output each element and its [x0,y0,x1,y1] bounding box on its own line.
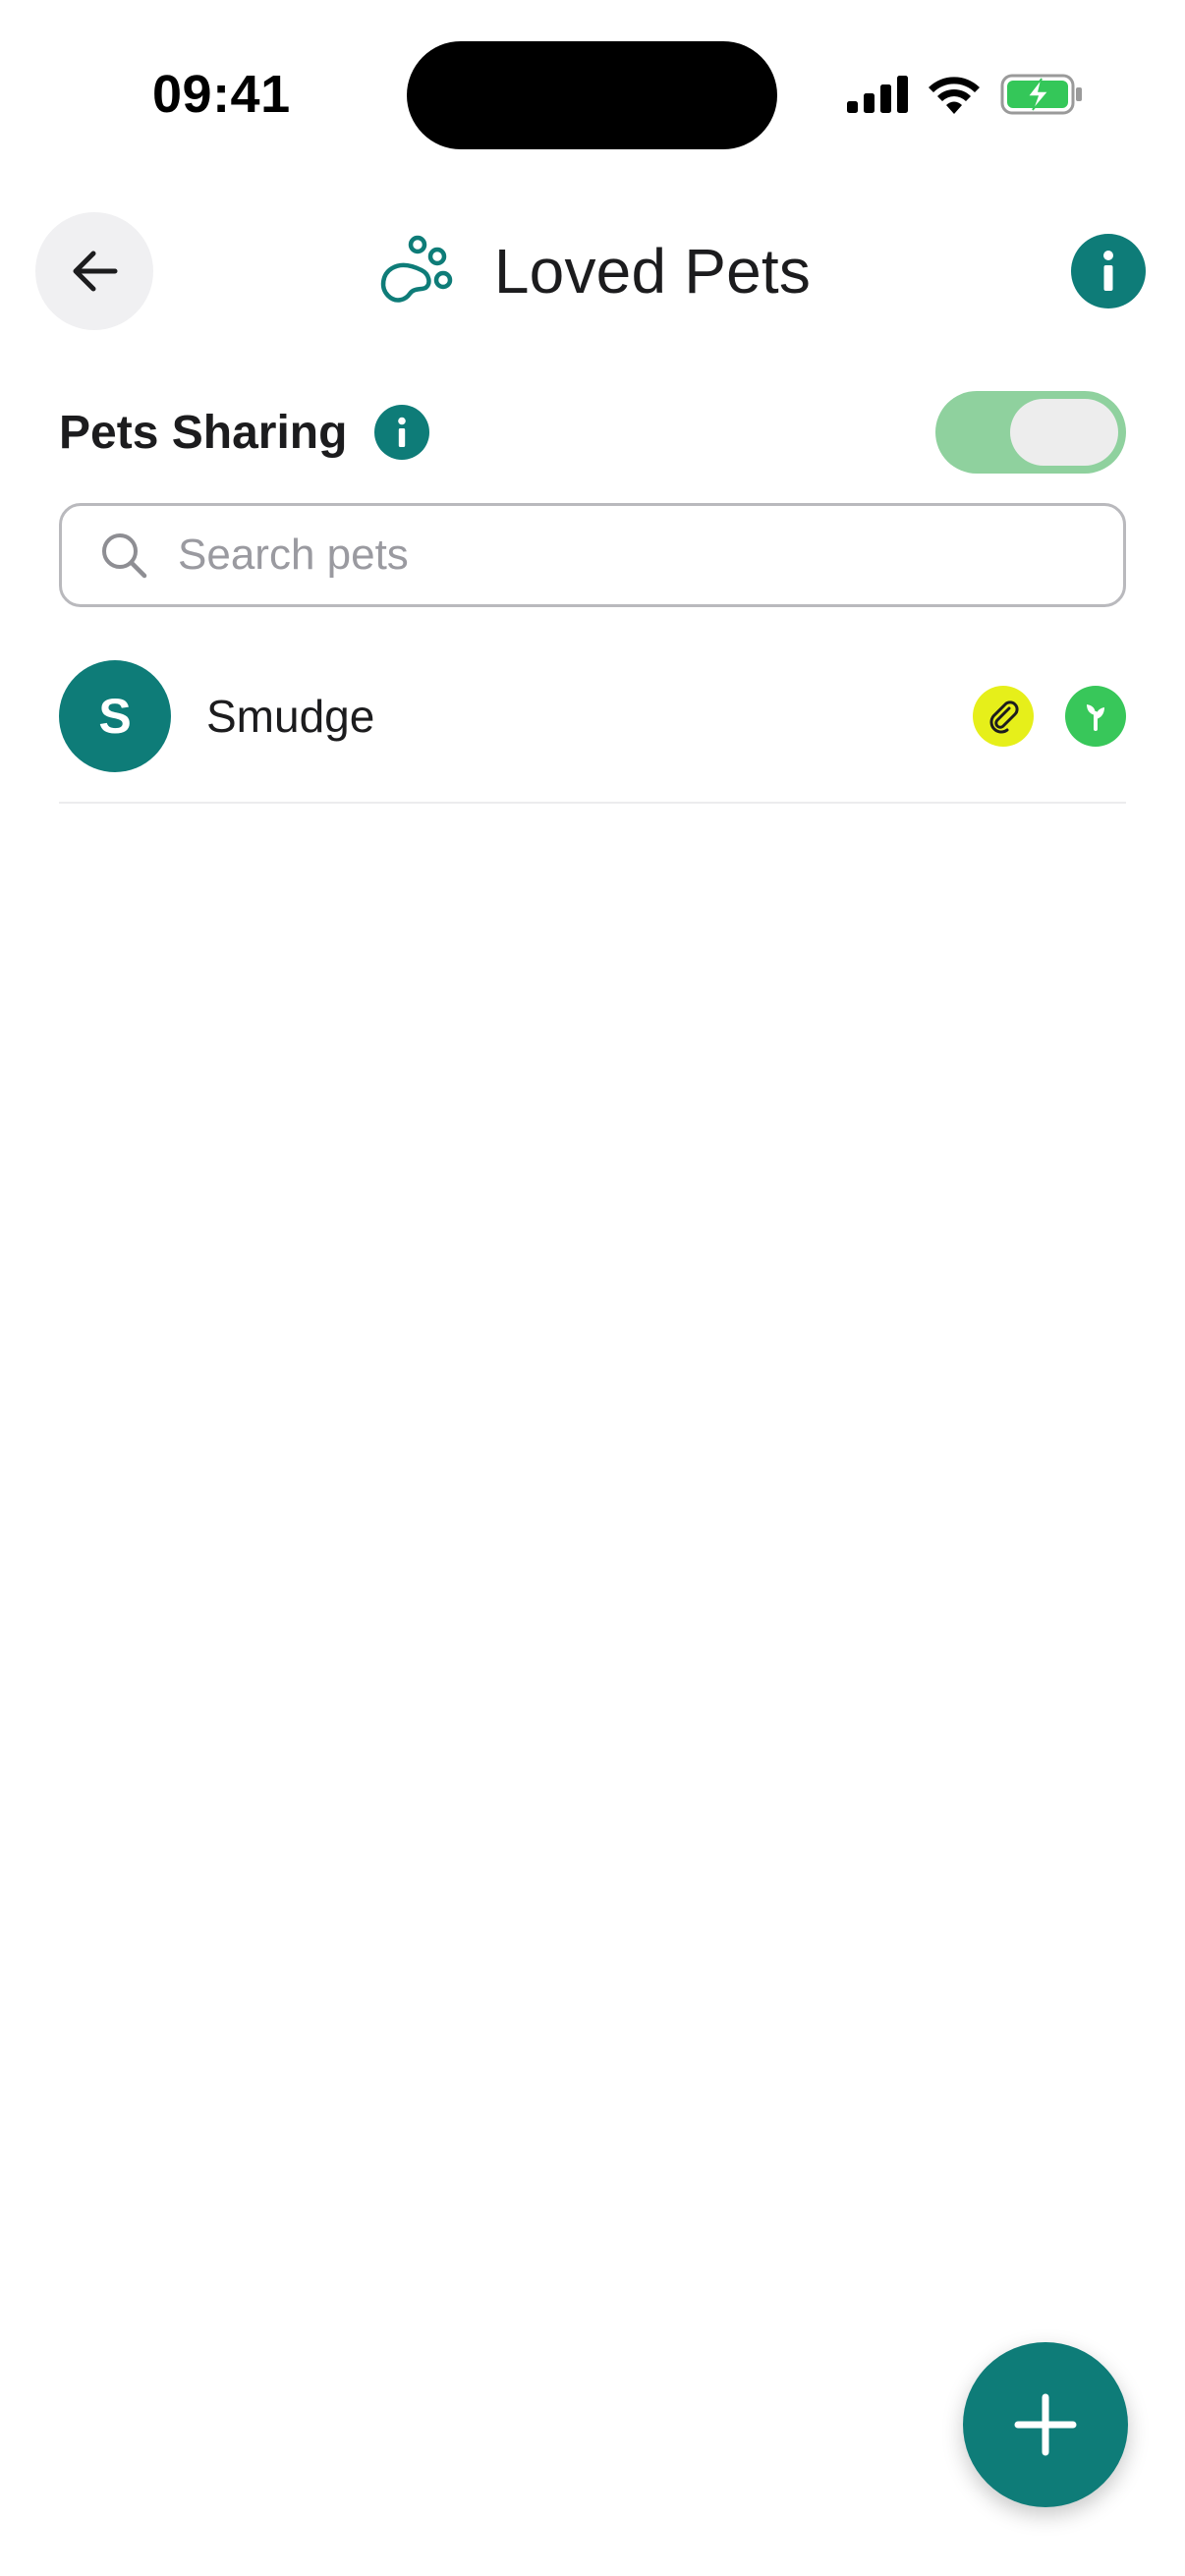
attachment-badge [973,686,1034,747]
pets-sharing-row: Pets Sharing [59,389,430,476]
pets-sharing-toggle[interactable] [935,391,1126,474]
plus-icon [1014,2393,1077,2456]
header-title-group: Loved Pets [0,222,1185,320]
paw-icon [380,235,453,303]
toggle-knob [1010,399,1118,466]
pets-sharing-label: Pets Sharing [59,406,348,459]
cellular-signal-icon [847,76,908,113]
search-icon [102,533,147,579]
wifi-icon [929,77,980,114]
pet-avatar: S [59,660,171,772]
paperclip-icon [989,700,1019,734]
status-icons [847,67,1083,122]
pet-list-item[interactable]: S Smudge [59,639,1126,804]
leaf-icon [1087,704,1104,731]
battery-charging-icon [1000,74,1082,115]
info-button[interactable] [1071,234,1146,308]
pet-name: Smudge [206,691,375,742]
add-pet-button[interactable] [963,2342,1128,2507]
info-icon [1103,251,1113,291]
dynamic-island [407,41,777,149]
loved-pets-screen: 09:41 Loved Pets Pets Sharing Search pet… [0,0,1185,2576]
search-bar[interactable] [59,503,1126,607]
status-time: 09:41 [152,65,291,124]
info-icon [398,417,407,447]
page-title: Loved Pets [493,236,812,307]
search-input[interactable] [178,516,1062,594]
leaf-badge [1065,686,1126,747]
pets-sharing-info-button[interactable] [374,405,430,460]
